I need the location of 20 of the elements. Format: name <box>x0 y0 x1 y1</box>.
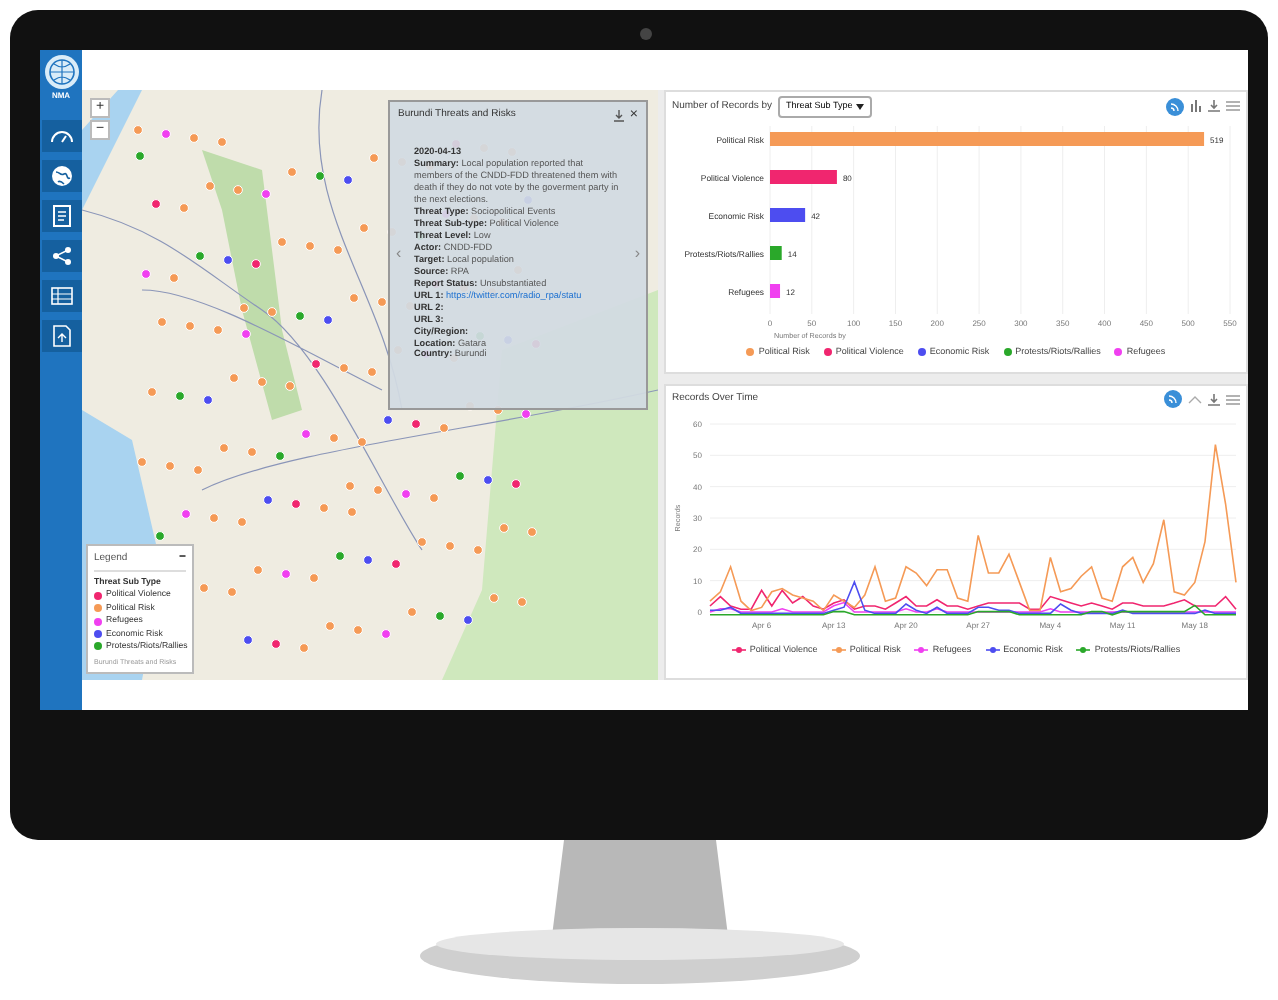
sidebar-button[interactable] <box>41 200 81 232</box>
globe-icon <box>47 162 75 190</box>
share-nodes-icon <box>47 242 75 270</box>
sidebar-button[interactable] <box>41 240 81 272</box>
download-icon[interactable] <box>1208 100 1220 113</box>
bar-chart-icon[interactable] <box>1190 100 1202 113</box>
sidebar-button[interactable] <box>41 280 81 312</box>
file-upload-icon <box>47 322 75 350</box>
sidebar-button[interactable] <box>41 320 81 352</box>
document-list-icon <box>47 202 75 230</box>
feed-icon[interactable] <box>1166 97 1184 116</box>
caret-icon <box>856 103 865 110</box>
table-list-icon <box>47 282 75 310</box>
sidebar-button[interactable] <box>41 160 81 192</box>
sidebar-button[interactable] <box>41 120 81 152</box>
caret-up-icon[interactable] <box>1188 393 1202 405</box>
feed-icon[interactable] <box>1164 390 1182 408</box>
camera-icon <box>640 28 652 40</box>
download-icon[interactable] <box>1208 393 1220 405</box>
download-icon <box>613 109 624 121</box>
